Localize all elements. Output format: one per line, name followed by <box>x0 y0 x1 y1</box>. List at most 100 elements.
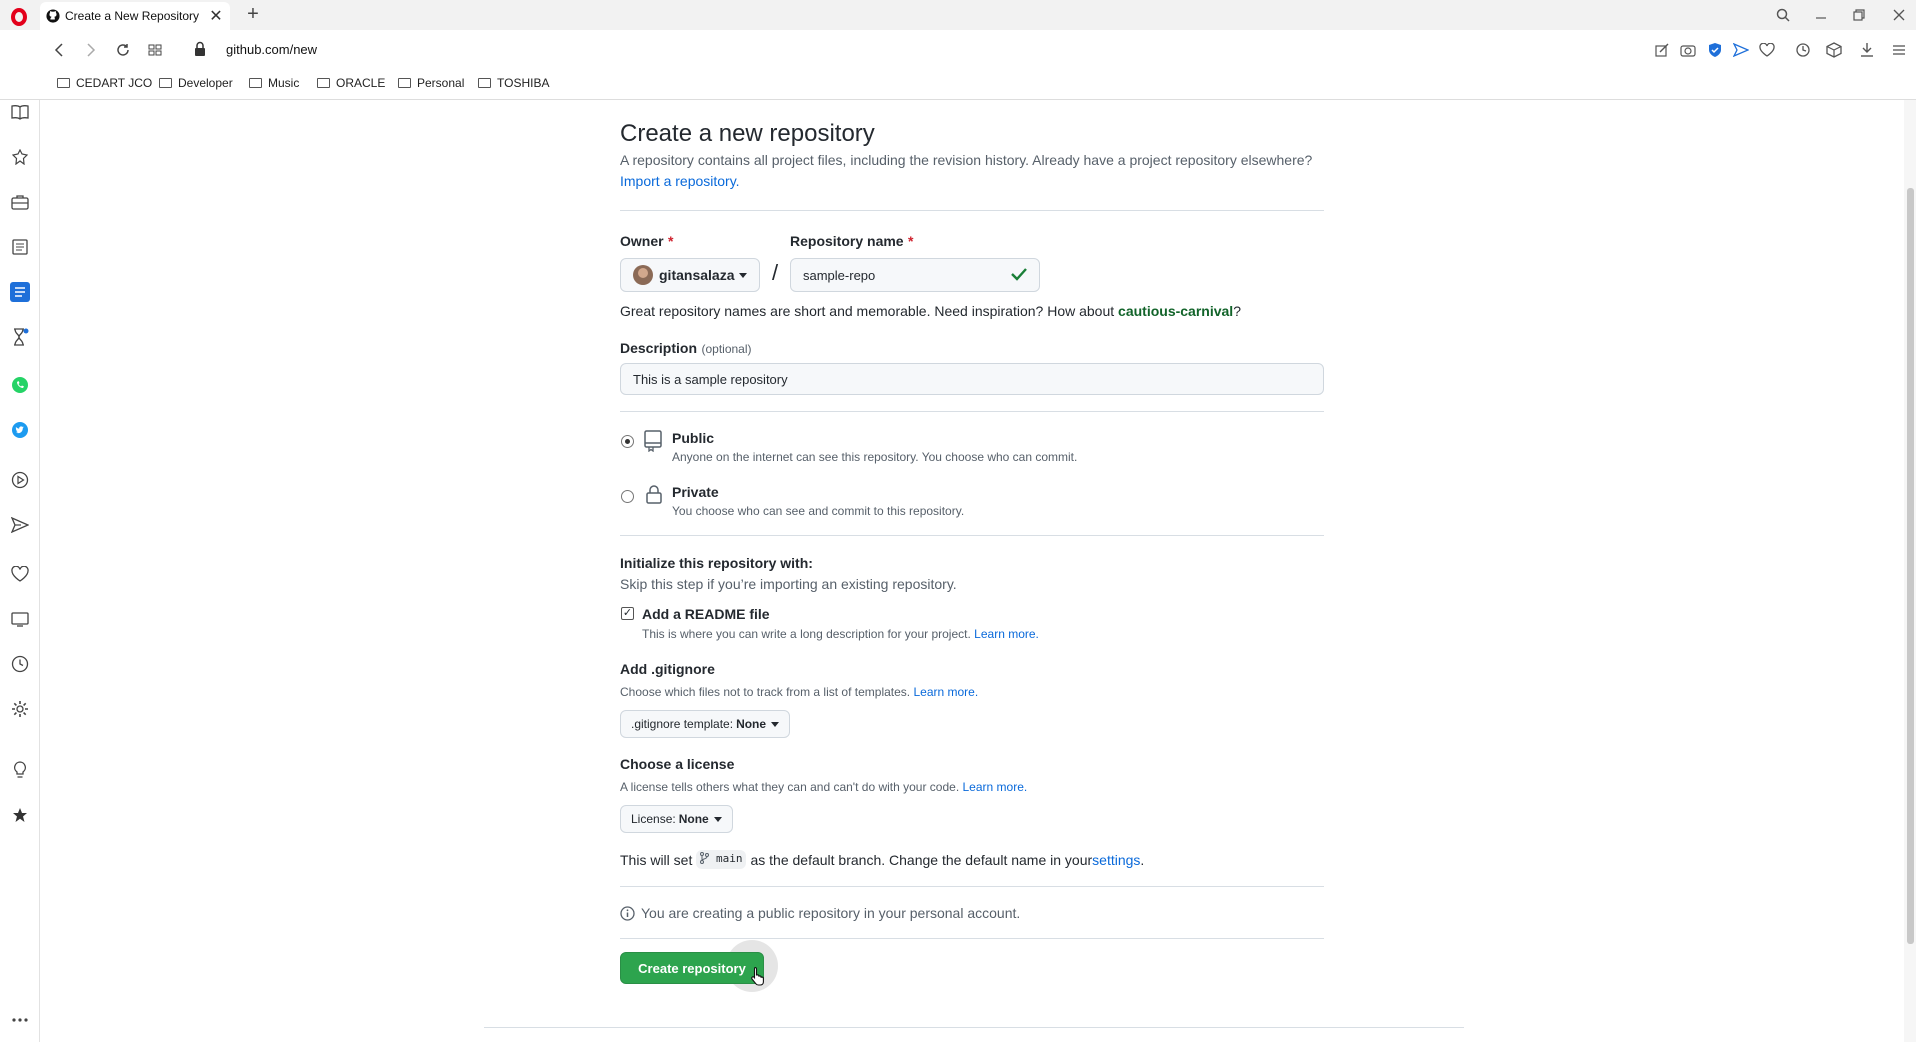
initialize-subtext: Skip this step if you’re importing an ex… <box>620 576 957 592</box>
extensions-box-icon[interactable] <box>1824 40 1844 60</box>
heart-icon[interactable] <box>1757 40 1777 60</box>
readme-description: This is where you can write a long descr… <box>642 627 1039 641</box>
scrollbar-thumb[interactable] <box>1907 188 1914 944</box>
pinboard-icon[interactable] <box>8 145 32 169</box>
snapshot-icon[interactable] <box>1678 40 1698 60</box>
divider <box>620 535 1324 536</box>
gitignore-heading: Add .gitignore <box>620 661 715 677</box>
repository-name-input[interactable]: sample-repo <box>790 258 1040 292</box>
page-scrollbar[interactable] <box>1904 100 1916 1042</box>
suggested-name-link[interactable]: cautious-carnival <box>1118 303 1233 319</box>
bookmarks-book-icon[interactable] <box>8 100 32 124</box>
history-icon[interactable] <box>1793 40 1813 60</box>
player-icon[interactable] <box>8 468 32 492</box>
url-field[interactable]: github.com/new <box>226 42 317 57</box>
footer-divider <box>484 1027 1464 1028</box>
repo-public-icon <box>644 430 662 457</box>
settings-gear-icon[interactable] <box>8 697 32 721</box>
download-icon[interactable] <box>1857 40 1877 60</box>
reload-icon[interactable] <box>113 40 133 60</box>
info-icon <box>620 905 635 921</box>
default-branch-note: This will set main as the default branch… <box>620 850 1145 869</box>
tabs-icon[interactable] <box>8 607 32 631</box>
restore-icon[interactable] <box>1850 6 1868 24</box>
lock-icon[interactable] <box>194 41 210 59</box>
owner-repo-separator: / <box>772 260 779 285</box>
branch-name-badge: main <box>696 850 747 869</box>
gitignore-template-dropdown[interactable]: .gitignore template: None <box>620 710 791 738</box>
bookmark-folder[interactable]: TOSHIBA <box>478 76 549 90</box>
tasks-list-icon[interactable] <box>8 280 32 304</box>
heart-icon[interactable] <box>8 562 32 586</box>
hourglass-icon[interactable] <box>8 325 32 349</box>
minimize-icon[interactable] <box>1812 6 1830 24</box>
history-icon[interactable] <box>8 652 32 676</box>
folder-icon <box>249 78 262 88</box>
private-radio[interactable] <box>621 490 634 503</box>
license-description: A license tells others what they can and… <box>620 780 1028 794</box>
owner-label: Owner * <box>620 233 674 249</box>
divider <box>620 411 1324 412</box>
new-tab-icon[interactable]: + <box>243 4 263 24</box>
whatsapp-icon[interactable] <box>8 373 32 397</box>
private-option: Private You choose who can see and commi… <box>672 484 965 518</box>
readme-learn-more-link[interactable]: Learn more. <box>974 627 1039 641</box>
lightbulb-icon[interactable] <box>8 758 32 782</box>
gitignore-learn-more-link[interactable]: Learn more. <box>913 685 978 699</box>
add-readme-label: Add a README file <box>642 606 770 622</box>
license-dropdown[interactable]: License: None <box>620 805 733 833</box>
owner-dropdown[interactable]: gitansalaza <box>620 258 761 292</box>
bookmark-folder[interactable]: Music <box>249 76 299 90</box>
browser-tab[interactable]: Create a New Repository ✕ <box>40 2 230 30</box>
divider <box>620 938 1324 939</box>
bookmarks-bar: CEDART JCO Developer Music ORACLE Person… <box>0 70 1916 100</box>
description-label: Description (optional) <box>620 340 752 356</box>
tab-close-icon[interactable]: ✕ <box>208 6 224 26</box>
folder-icon <box>317 78 330 88</box>
initialize-heading: Initialize this repository with: <box>620 555 813 571</box>
back-icon[interactable] <box>49 40 69 60</box>
import-repository-link[interactable]: Import a repository. <box>620 173 740 189</box>
search-tabs-icon[interactable] <box>1774 6 1792 24</box>
send-icon[interactable] <box>1731 40 1751 60</box>
more-options-icon[interactable] <box>8 1008 32 1032</box>
news-icon[interactable] <box>8 235 32 259</box>
public-option: Public Anyone on the internet can see th… <box>672 430 1078 464</box>
opera-menu-icon[interactable] <box>11 8 27 26</box>
page-subtitle: A repository contains all project files,… <box>620 152 1313 189</box>
edit-icon[interactable] <box>1652 40 1672 60</box>
folder-icon <box>159 78 172 88</box>
public-radio[interactable] <box>621 435 634 448</box>
page-title: Create a new repository <box>620 120 875 147</box>
license-heading: Choose a license <box>620 756 735 772</box>
license-learn-more-link[interactable]: Learn more. <box>963 780 1028 794</box>
bookmark-folder[interactable]: CEDART JCO <box>57 76 152 90</box>
close-window-icon[interactable] <box>1890 6 1908 24</box>
bookmark-folder[interactable]: ORACLE <box>317 76 385 90</box>
star-icon[interactable] <box>8 803 32 827</box>
browser-tab-strip: Create a New Repository ✕ + <box>0 0 1916 30</box>
address-bar: github.com/new <box>0 30 1916 70</box>
tabs-grid-icon[interactable] <box>145 40 165 60</box>
add-readme-checkbox[interactable]: ✓ <box>621 607 634 620</box>
settings-link[interactable]: settings <box>1092 852 1140 868</box>
create-repository-button[interactable]: Create repository <box>620 952 764 984</box>
git-branch-icon <box>700 852 710 867</box>
folder-icon <box>478 78 491 88</box>
shield-icon[interactable] <box>1705 40 1725 60</box>
twitter-icon[interactable] <box>8 418 32 442</box>
forward-icon[interactable] <box>81 40 101 60</box>
menu-icon[interactable] <box>1889 40 1909 60</box>
chevron-down-icon <box>771 721 780 727</box>
send-flow-icon[interactable] <box>8 513 32 537</box>
gitignore-description: Choose which files not to track from a l… <box>620 685 979 699</box>
briefcase-icon[interactable] <box>8 190 32 214</box>
bookmark-folder[interactable]: Developer <box>159 76 233 90</box>
name-suggestion: Great repository names are short and mem… <box>620 303 1241 319</box>
chevron-down-icon <box>739 272 748 278</box>
bookmark-folder[interactable]: Personal <box>398 76 464 90</box>
lock-icon <box>646 484 662 509</box>
description-input[interactable]: This is a sample repository <box>620 363 1324 395</box>
browser-sidebar <box>0 100 40 1042</box>
folder-icon <box>398 78 411 88</box>
